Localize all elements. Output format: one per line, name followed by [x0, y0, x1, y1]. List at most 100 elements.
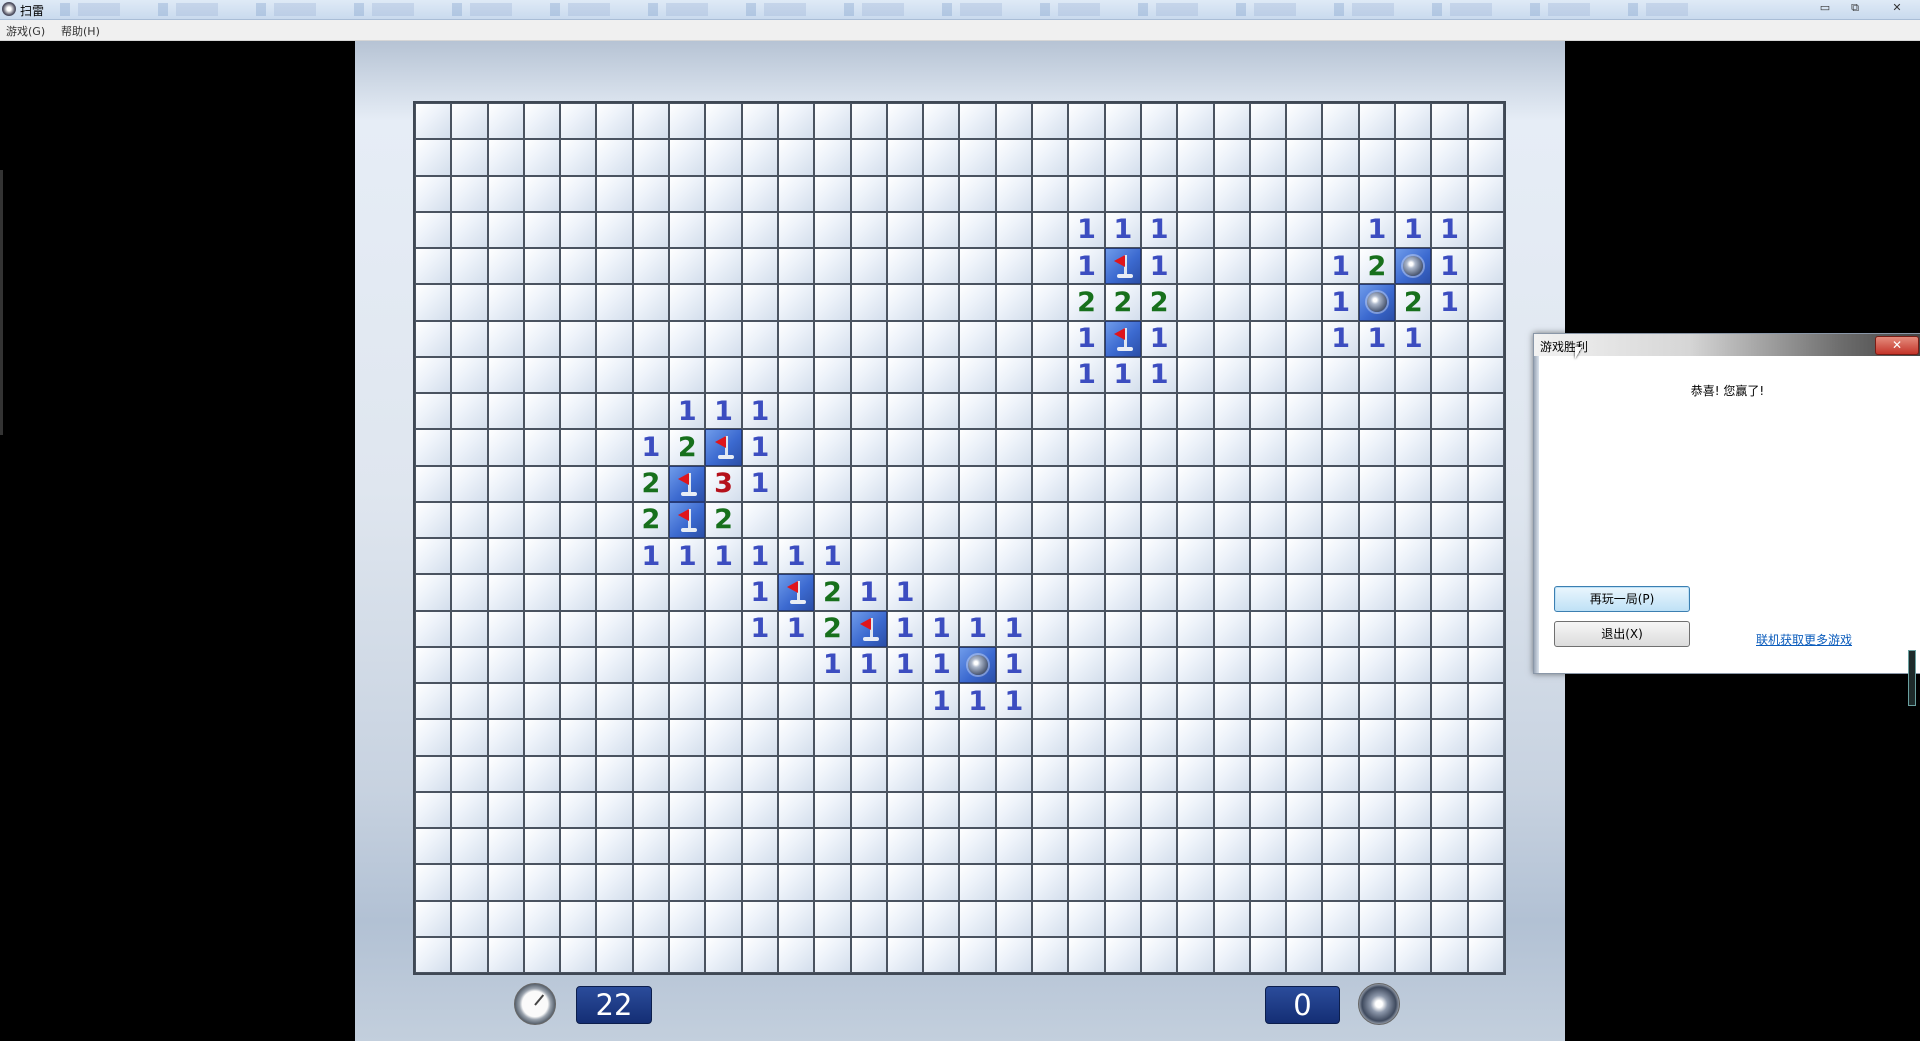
board-cell[interactable] — [1467, 610, 1504, 647]
board-cell[interactable] — [1068, 900, 1105, 937]
board-cell[interactable] — [1104, 828, 1141, 865]
board-cell[interactable] — [415, 828, 452, 865]
board-cell[interactable] — [1140, 936, 1178, 973]
board-cell[interactable]: 2 — [632, 501, 670, 538]
board-cell[interactable] — [1068, 501, 1105, 538]
board-cell[interactable] — [523, 791, 561, 828]
board-cell[interactable] — [1032, 864, 1069, 901]
board-cell[interactable] — [632, 683, 670, 720]
board-cell[interactable] — [705, 574, 742, 611]
board-cell[interactable] — [923, 320, 960, 357]
board-cell[interactable] — [1286, 429, 1323, 466]
board-cell[interactable] — [959, 864, 996, 901]
board-cell[interactable] — [669, 103, 706, 140]
board-cell[interactable] — [632, 610, 670, 647]
board-cell[interactable]: 1 — [886, 610, 924, 647]
board-cell[interactable] — [1177, 284, 1214, 321]
board-cell[interactable] — [596, 646, 633, 683]
board-cell[interactable] — [415, 248, 452, 285]
board-cell[interactable] — [1358, 719, 1396, 756]
board-cell[interactable]: 1 — [1322, 248, 1359, 285]
board-cell[interactable] — [451, 538, 488, 575]
board-cell[interactable] — [1431, 465, 1468, 502]
board-cell[interactable] — [632, 755, 670, 792]
board-cell[interactable] — [487, 864, 524, 901]
board-cell[interactable] — [415, 646, 452, 683]
board-cell[interactable] — [1358, 175, 1396, 212]
board-cell[interactable] — [959, 139, 996, 176]
board-cell[interactable]: 2 — [1140, 284, 1178, 321]
board-cell[interactable] — [596, 683, 633, 720]
board-cell[interactable] — [886, 356, 924, 393]
board-cell[interactable] — [596, 610, 633, 647]
board-cell[interactable] — [1431, 900, 1468, 937]
board-cell[interactable] — [814, 719, 851, 756]
board-cell[interactable] — [995, 429, 1033, 466]
board-cell[interactable] — [1322, 393, 1359, 430]
minefield-grid[interactable]: 1111111112122212111111111111121231221111… — [415, 103, 1504, 973]
more-games-link[interactable]: 联机获取更多游戏 — [1756, 631, 1852, 648]
board-cell[interactable] — [1322, 900, 1359, 937]
board-cell[interactable] — [1177, 900, 1214, 937]
board-cell[interactable] — [1104, 538, 1141, 575]
board-cell[interactable] — [814, 936, 851, 973]
board-cell[interactable] — [1322, 465, 1359, 502]
board-cell[interactable]: 1 — [741, 610, 778, 647]
board-cell[interactable] — [1140, 864, 1178, 901]
board-cell[interactable] — [669, 211, 706, 248]
board-cell[interactable] — [741, 791, 778, 828]
board-cell[interactable] — [959, 320, 996, 357]
board-cell[interactable] — [1467, 538, 1504, 575]
board-cell[interactable] — [596, 828, 633, 865]
board-cell[interactable] — [1358, 139, 1396, 176]
board-cell[interactable] — [560, 248, 597, 285]
board-cell[interactable] — [451, 755, 488, 792]
board-cell[interactable] — [1322, 791, 1359, 828]
board-cell[interactable]: 2 — [632, 465, 670, 502]
board-cell[interactable] — [632, 864, 670, 901]
board-cell[interactable] — [923, 900, 960, 937]
board-cell[interactable] — [1358, 393, 1396, 430]
board-cell[interactable] — [596, 936, 633, 973]
board-cell[interactable] — [415, 538, 452, 575]
board-cell[interactable] — [1286, 393, 1323, 430]
board-cell[interactable]: 1 — [1068, 211, 1105, 248]
board-cell[interactable] — [959, 501, 996, 538]
board-cell[interactable] — [959, 791, 996, 828]
board-cell[interactable] — [487, 538, 524, 575]
board-cell[interactable] — [959, 211, 996, 248]
board-cell[interactable] — [1358, 828, 1396, 865]
board-cell[interactable]: 1 — [741, 429, 778, 466]
board-cell[interactable] — [923, 864, 960, 901]
board-cell[interactable] — [1068, 429, 1105, 466]
dialog-titlebar[interactable]: 游戏胜利 ✕ — [1534, 334, 1920, 356]
board-cell[interactable] — [1213, 828, 1250, 865]
board-cell[interactable] — [415, 683, 452, 720]
board-cell[interactable] — [1322, 828, 1359, 865]
board-cell[interactable]: 1 — [1431, 284, 1468, 321]
board-cell[interactable] — [1249, 284, 1287, 321]
board-cell[interactable] — [523, 574, 561, 611]
board-cell[interactable] — [995, 139, 1033, 176]
board-cell[interactable] — [886, 284, 924, 321]
board-cell[interactable] — [1431, 864, 1468, 901]
board-cell[interactable] — [632, 211, 670, 248]
board-cell[interactable] — [451, 683, 488, 720]
board-cell[interactable] — [523, 864, 561, 901]
board-cell[interactable] — [487, 211, 524, 248]
board-cell[interactable] — [669, 936, 706, 973]
board-cell[interactable] — [741, 248, 778, 285]
board-cell[interactable] — [1104, 248, 1141, 285]
board-cell[interactable] — [1431, 610, 1468, 647]
board-cell[interactable] — [1140, 103, 1178, 140]
board-cell[interactable] — [1358, 900, 1396, 937]
board-cell[interactable] — [1286, 501, 1323, 538]
board-cell[interactable] — [1032, 610, 1069, 647]
board-cell[interactable] — [705, 248, 742, 285]
board-cell[interactable] — [1068, 864, 1105, 901]
board-cell[interactable] — [1467, 791, 1504, 828]
board-cell[interactable] — [487, 610, 524, 647]
board-cell[interactable] — [632, 175, 670, 212]
board-cell[interactable] — [1286, 465, 1323, 502]
board-cell[interactable] — [995, 719, 1033, 756]
